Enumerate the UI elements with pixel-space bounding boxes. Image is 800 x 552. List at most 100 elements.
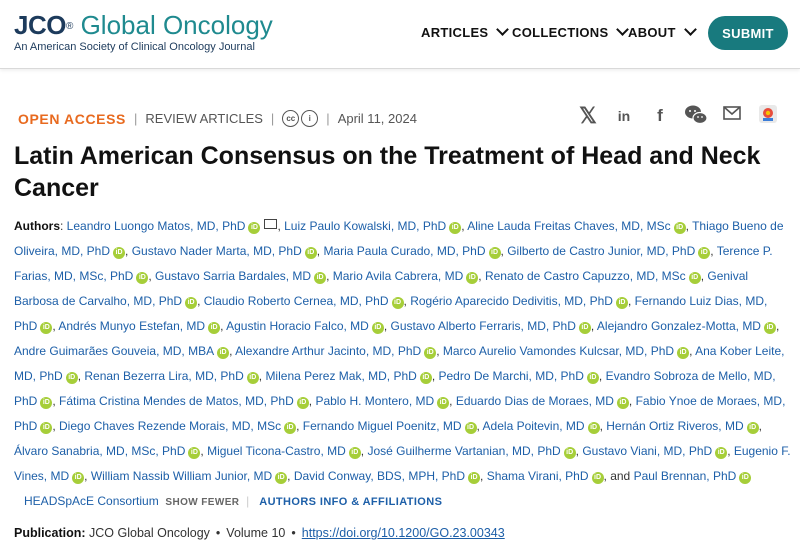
orcid-icon[interactable]: iD <box>275 472 288 484</box>
author-name[interactable]: Alejandro Gonzalez-Motta, MD <box>597 319 761 333</box>
author-name[interactable]: William Nassib William Junior, MD <box>91 469 272 483</box>
author-name[interactable]: Renan Bezerra Lira, MD, PhD <box>84 369 243 383</box>
orcid-icon[interactable]: iD <box>616 397 629 409</box>
orcid-icon[interactable]: iD <box>715 447 728 459</box>
orcid-icon[interactable]: iD <box>391 297 404 309</box>
orcid-icon[interactable]: iD <box>72 472 85 484</box>
facebook-icon[interactable]: f <box>648 104 672 128</box>
orcid-icon[interactable]: iD <box>586 372 599 384</box>
author-name[interactable]: Pablo H. Montero, MD <box>315 394 434 408</box>
author-name[interactable]: Shama Virani, PhD <box>487 469 589 483</box>
nav-about[interactable]: ABOUT <box>628 23 697 40</box>
doi-link[interactable]: https://doi.org/10.1200/GO.23.00343 <box>302 526 505 540</box>
orcid-icon[interactable]: iD <box>424 347 437 359</box>
orcid-icon[interactable]: iD <box>208 322 221 334</box>
orcid-icon[interactable]: iD <box>284 422 297 434</box>
orcid-icon[interactable]: iD <box>688 272 701 284</box>
author-name[interactable]: Gustavo Alberto Ferraris, MD, PhD <box>391 319 576 333</box>
creative-commons-icon[interactable]: cc i <box>282 110 319 127</box>
author-name[interactable]: Adela Poitevin, MD <box>483 419 585 433</box>
author-name[interactable]: Fátima Cristina Mendes de Matos, MD, PhD <box>59 394 294 408</box>
author-name[interactable]: Eduardo Dias de Moraes, MD <box>456 394 614 408</box>
orcid-icon[interactable]: iD <box>248 222 261 234</box>
author-name[interactable]: Gustavo Sarria Bardales, MD <box>155 269 311 283</box>
orcid-icon[interactable]: iD <box>296 397 309 409</box>
author-name[interactable]: Renato de Castro Capuzzo, MD, MSc <box>485 269 686 283</box>
author-name[interactable]: Miguel Ticona-Castro, MD <box>207 444 346 458</box>
submit-button[interactable]: SUBMIT <box>708 16 788 50</box>
author-name[interactable]: Gustavo Viani, MD, PhD <box>582 444 712 458</box>
orcid-icon[interactable]: iD <box>591 472 604 484</box>
author-name[interactable]: Claudio Roberto Cernea, MD, PhD <box>204 294 389 308</box>
orcid-icon[interactable]: iD <box>188 447 201 459</box>
author-name[interactable]: Mario Avila Cabrera, MD <box>333 269 464 283</box>
orcid-icon[interactable]: iD <box>578 322 591 334</box>
show-fewer-button[interactable]: SHOW FEWER <box>165 497 239 508</box>
orcid-icon[interactable]: iD <box>40 397 53 409</box>
author-name[interactable]: Pedro De Marchi, MD, PhD <box>439 369 584 383</box>
orcid-icon[interactable]: iD <box>113 247 126 259</box>
orcid-icon[interactable]: iD <box>437 397 450 409</box>
orcid-icon[interactable]: iD <box>419 372 432 384</box>
orcid-icon[interactable]: iD <box>677 347 690 359</box>
nav-articles[interactable]: ARTICLES <box>421 23 510 40</box>
orcid-icon[interactable]: iD <box>698 247 711 259</box>
author-name[interactable]: Marco Aurelio Vamondes Kulcsar, MD, PhD <box>443 344 674 358</box>
orcid-icon[interactable]: iD <box>763 322 776 334</box>
orcid-icon[interactable]: iD <box>314 272 327 284</box>
orcid-icon[interactable]: iD <box>488 247 501 259</box>
author-name[interactable]: Luiz Paulo Kowalski, MD, PhD <box>284 219 446 233</box>
orcid-icon[interactable]: iD <box>348 447 361 459</box>
orcid-icon[interactable]: iD <box>371 322 384 334</box>
wechat-icon[interactable] <box>684 104 708 128</box>
journal-name[interactable]: JCO Global Oncology <box>89 526 210 540</box>
orcid-icon[interactable]: iD <box>464 422 477 434</box>
author-name[interactable]: Alexandre Arthur Jacinto, MD, PhD <box>235 344 421 358</box>
author-name[interactable]: Hernán Ortiz Riveros, MD <box>606 419 743 433</box>
author-name[interactable]: Álvaro Sanabria, MD, MSc, PhD <box>14 444 185 458</box>
author-name[interactable]: Gilberto de Castro Junior, MD, PhD <box>507 244 695 258</box>
orcid-icon[interactable]: iD <box>746 422 759 434</box>
author-name[interactable]: Fernando Miguel Poenitz, MD <box>303 419 462 433</box>
orcid-icon[interactable]: iD <box>587 422 600 434</box>
orcid-icon[interactable]: iD <box>466 272 479 284</box>
orcid-icon[interactable]: iD <box>615 297 628 309</box>
authors-affiliations-link[interactable]: AUTHORS INFO & AFFILIATIONS <box>259 496 442 508</box>
author-name[interactable]: Leandro Luongo Matos, MD, PhD <box>67 219 246 233</box>
author-name[interactable]: José Guilherme Vartanian, MD, PhD <box>367 444 560 458</box>
orcid-icon[interactable]: iD <box>185 297 198 309</box>
author-name[interactable]: Gustavo Nader Marta, MD, PhD <box>132 244 302 258</box>
author-name[interactable]: Diego Chaves Rezende Morais, MD, MSc <box>59 419 281 433</box>
orcid-icon[interactable]: iD <box>468 472 481 484</box>
author-name[interactable]: Aline Lauda Freitas Chaves, MD, MSc <box>467 219 670 233</box>
orcid-icon[interactable]: iD <box>40 422 53 434</box>
linkedin-icon[interactable]: in <box>612 104 636 128</box>
orcid-icon[interactable]: iD <box>304 247 317 259</box>
orcid-icon[interactable]: iD <box>673 222 686 234</box>
email-icon[interactable] <box>264 219 278 229</box>
author-name[interactable]: Milena Perez Mak, MD, PhD <box>265 369 416 383</box>
orcid-icon[interactable]: iD <box>246 372 259 384</box>
author-name[interactable]: Andre Guimarães Gouveia, MD, MBA <box>14 344 214 358</box>
orcid-icon[interactable]: iD <box>739 472 752 484</box>
orcid-icon[interactable]: iD <box>217 347 230 359</box>
orcid-icon[interactable]: iD <box>563 447 576 459</box>
author-name[interactable]: Maria Paula Curado, MD, PhD <box>323 244 485 258</box>
orcid-icon[interactable]: iD <box>449 222 462 234</box>
orcid-icon[interactable]: iD <box>65 372 78 384</box>
author-name[interactable]: Andrés Munyo Estefan, MD <box>58 319 205 333</box>
author-name[interactable]: David Conway, BDS, MPH, PhD <box>294 469 465 483</box>
mendeley-icon[interactable] <box>756 104 780 128</box>
author-name[interactable]: Paul Brennan, PhD <box>634 469 737 483</box>
orcid-icon[interactable]: iD <box>136 272 149 284</box>
author-name[interactable]: HEADSpAcE Consortium <box>24 494 159 508</box>
volume[interactable]: Volume 10 <box>226 526 285 540</box>
article-type[interactable]: REVIEW ARTICLES <box>145 111 263 126</box>
journal-logo[interactable]: JCO® Global Oncology An American Society… <box>14 12 273 53</box>
email-icon[interactable] <box>720 104 744 128</box>
author-name[interactable]: Rogério Aparecido Dedivitis, MD, PhD <box>410 294 613 308</box>
author-name[interactable]: Agustin Horacio Falco, MD <box>226 319 369 333</box>
orcid-icon[interactable]: iD <box>40 322 53 334</box>
nav-collections[interactable]: COLLECTIONS <box>512 23 630 40</box>
x-icon[interactable]: 𝕏 <box>576 104 600 128</box>
